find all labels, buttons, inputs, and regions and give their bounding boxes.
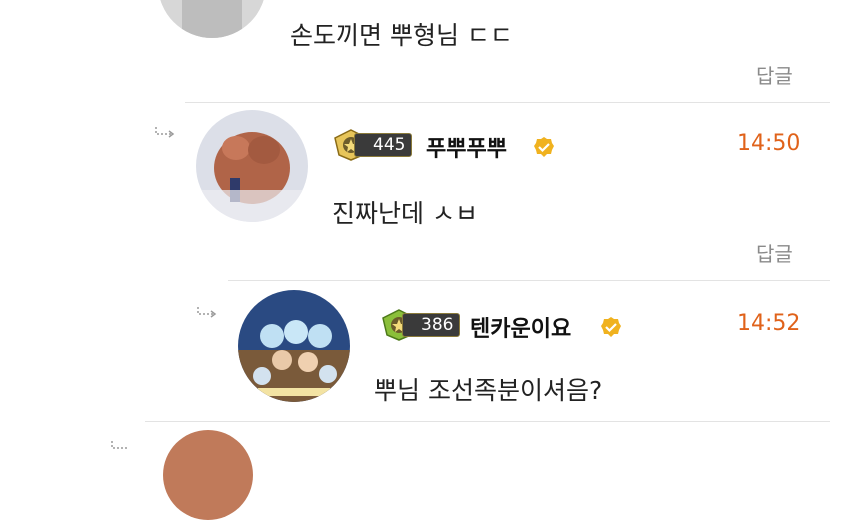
avatar[interactable] bbox=[163, 430, 253, 520]
avatar[interactable] bbox=[238, 290, 350, 402]
level-badge: 386 bbox=[380, 309, 461, 341]
reply-arrow-icon bbox=[111, 441, 128, 449]
comment-text: 진짜난데 ㅅㅂ bbox=[332, 199, 478, 228]
comment-time: 14:52 bbox=[737, 311, 801, 336]
comment-time: 14:50 bbox=[737, 131, 801, 156]
username[interactable]: 텐카운이요 bbox=[470, 311, 571, 343]
reply-arrow-icon bbox=[155, 127, 175, 138]
avatar[interactable] bbox=[158, 0, 266, 38]
comment-text: 뿌님 조선족분이셔음? bbox=[374, 376, 603, 405]
reply-button[interactable]: 답글 bbox=[756, 60, 793, 89]
divider bbox=[185, 102, 830, 103]
level-number: 386 bbox=[402, 313, 461, 337]
verified-check-icon bbox=[601, 317, 621, 337]
level-number: 445 bbox=[354, 133, 413, 157]
username[interactable]: 푸뿌푸뿌 bbox=[426, 131, 507, 163]
comment-text: 손도끼면 뿌형님 ㄷㄷ bbox=[290, 21, 513, 50]
verified-check-icon bbox=[534, 137, 554, 157]
avatar[interactable] bbox=[196, 110, 308, 222]
reply-arrow-icon bbox=[197, 307, 217, 318]
level-badge: 445 bbox=[332, 129, 413, 161]
divider bbox=[228, 280, 830, 281]
reply-button[interactable]: 답글 bbox=[756, 238, 793, 267]
divider bbox=[145, 421, 830, 422]
